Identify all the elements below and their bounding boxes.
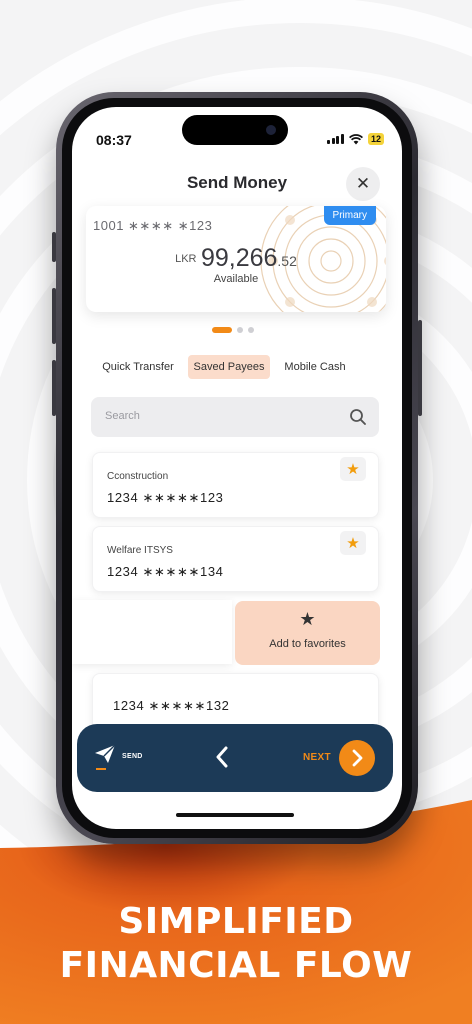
- payee-item[interactable]: Welfare ITSYS 1234 ∗∗∗∗∗134 ★: [92, 526, 379, 592]
- account-number: 1001 ∗∗∗∗ ∗123: [93, 218, 213, 233]
- tab-quick-transfer[interactable]: Quick Transfer: [96, 355, 180, 379]
- caption-line-2: FINANCIAL FLOW: [59, 945, 413, 986]
- carousel-indicator: [212, 327, 254, 333]
- search-input[interactable]: Search: [91, 397, 379, 437]
- account-card[interactable]: 1001 ∗∗∗∗ ∗123 Primary LKR 99,266.52 Ava…: [86, 206, 386, 312]
- add-to-favorites-button[interactable]: ★ Add to favorites: [235, 601, 380, 665]
- balance-decimal: .52: [277, 253, 297, 269]
- tab-saved-payees[interactable]: Saved Payees: [188, 355, 270, 379]
- payee-account-number: 1234 ∗∗∗∗∗123: [107, 490, 224, 505]
- back-chevron-icon[interactable]: [215, 745, 229, 769]
- star-icon: ★: [299, 609, 316, 629]
- phone-power-button: [418, 320, 422, 416]
- phone-screen: 08:37 12 Send Money ✕ 1001 ∗∗∗∗ ∗123 Pri…: [72, 107, 402, 829]
- phone-side-button: [52, 232, 56, 262]
- front-camera: [266, 125, 276, 135]
- carousel-dot[interactable]: [237, 327, 243, 333]
- phone-volume-down-button: [52, 360, 56, 416]
- send-active-indicator: [96, 768, 106, 770]
- search-placeholder: Search: [105, 410, 140, 422]
- next-button[interactable]: [339, 740, 375, 776]
- close-icon: ✕: [355, 174, 371, 193]
- payee-name: Welfare ITSYS: [107, 545, 173, 556]
- search-icon[interactable]: [349, 408, 367, 426]
- payee-item[interactable]: Cconstruction 1234 ∗∗∗∗∗123 ★: [92, 452, 379, 518]
- payee-account-number: 1234 ∗∗∗∗∗132: [113, 698, 230, 713]
- tab-mobile-cash[interactable]: Mobile Cash: [278, 355, 352, 379]
- signal-icon: [327, 134, 344, 144]
- payee-name: Cconstruction: [107, 471, 169, 482]
- promo-caption: SIMPLIFIED FINANCIAL FLOW: [0, 900, 472, 988]
- next-label[interactable]: NEXT: [303, 752, 331, 763]
- status-icons: 12: [327, 133, 384, 145]
- balance-amount: LKR 99,266.52: [86, 244, 386, 273]
- send-tab[interactable]: SEND: [122, 753, 143, 760]
- dynamic-island: [182, 115, 288, 145]
- add-to-favorites-label: Add to favorites: [269, 638, 346, 650]
- carousel-dot[interactable]: [248, 327, 254, 333]
- wifi-icon: [348, 133, 363, 144]
- carousel-dot-active[interactable]: [212, 327, 232, 333]
- home-indicator[interactable]: [176, 813, 294, 817]
- phone-volume-up-button: [52, 288, 56, 344]
- primary-badge: Primary: [323, 206, 376, 225]
- favorite-star-icon[interactable]: ★: [340, 457, 366, 481]
- payee-account-number: 1234 ∗∗∗∗∗134: [107, 564, 224, 579]
- paper-plane-icon: [95, 744, 116, 763]
- close-button[interactable]: ✕: [346, 167, 380, 201]
- bottom-navigation-bar: SEND NEXT: [77, 724, 393, 792]
- status-time: 08:37: [96, 132, 132, 148]
- swiped-payee-item[interactable]: [72, 600, 232, 664]
- available-label: Available: [213, 273, 259, 285]
- currency-code: LKR: [175, 253, 197, 265]
- favorite-star-icon[interactable]: ★: [340, 531, 366, 555]
- battery-indicator: 12: [367, 133, 384, 145]
- balance-integer: 99,266: [200, 244, 278, 272]
- chevron-right-icon: [352, 749, 363, 767]
- caption-line-1: SIMPLIFIED: [118, 901, 354, 942]
